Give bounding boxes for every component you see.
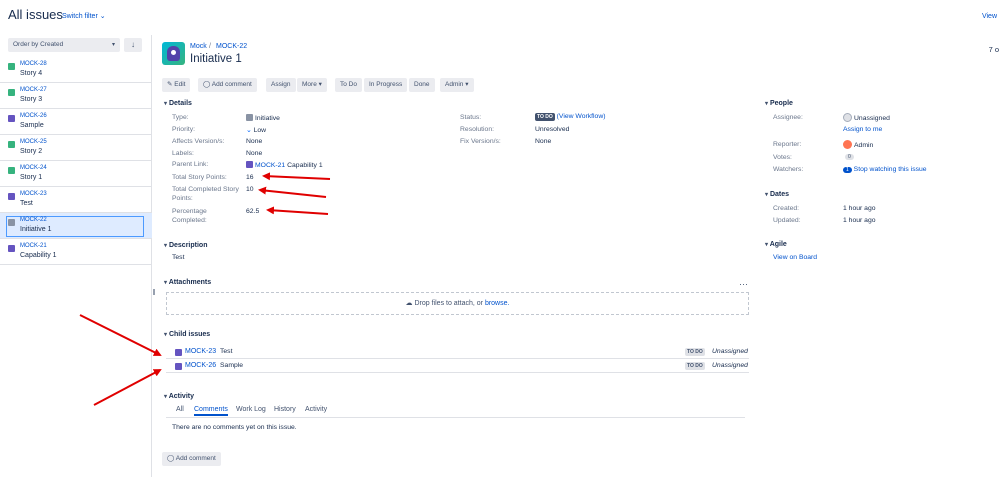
annotation-arrow bbox=[258, 186, 327, 198]
annotation-arrows bbox=[79, 172, 331, 406]
annotation-arrow bbox=[262, 172, 331, 181]
annotation-arrow bbox=[266, 206, 329, 215]
annotation-arrow bbox=[93, 369, 162, 406]
annotation-arrow bbox=[79, 314, 162, 356]
